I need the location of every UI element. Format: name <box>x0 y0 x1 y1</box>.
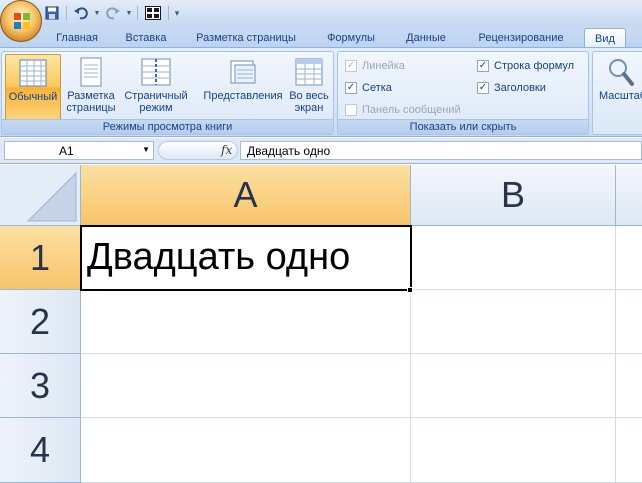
custom-views-label: Представления <box>203 90 283 102</box>
group-view-modes-label: Режимы просмотра книги <box>2 119 333 134</box>
page-break-view-button[interactable]: Страничный режим <box>120 54 192 120</box>
formula-input[interactable]: Двадцать одно <box>240 141 642 160</box>
customize-toolbar-icon[interactable]: ▾ <box>173 8 181 19</box>
cell-b4[interactable] <box>411 418 616 483</box>
cell-b3[interactable] <box>411 354 616 418</box>
cell-a4[interactable] <box>81 418 411 483</box>
table-icon <box>145 6 161 20</box>
quick-access-toolbar: ▼ ▼ ▾ <box>42 3 181 23</box>
magnifier-icon <box>609 59 634 86</box>
cell-b2[interactable] <box>411 290 616 354</box>
select-all-triangle-icon <box>26 171 77 222</box>
insert-function-area: fx <box>158 141 238 160</box>
normal-view-icon <box>19 59 47 87</box>
redo-button[interactable] <box>103 4 123 22</box>
tab-formulas[interactable]: Формулы <box>318 28 384 48</box>
page-layout-view-label: Разметка страницы <box>66 90 116 114</box>
save-button[interactable] <box>42 4 62 22</box>
normal-view-label: Обычный <box>8 91 58 103</box>
row-header-4[interactable]: 4 <box>0 418 81 483</box>
office-logo-icon <box>14 13 30 29</box>
ruler-checkbox-label: Линейка <box>362 60 405 72</box>
page-layout-icon <box>80 57 102 87</box>
cell-c4[interactable] <box>616 418 642 483</box>
zoom-button[interactable]: Масштаб <box>595 54 642 120</box>
tab-data[interactable]: Данные <box>396 28 456 48</box>
page-break-view-label: Страничный режим <box>124 90 188 114</box>
row-header-1[interactable]: 1 <box>0 226 81 290</box>
full-screen-button[interactable]: Во весь экран <box>286 54 332 120</box>
cell-a1[interactable]: Двадцать одно <box>80 225 412 291</box>
cell-c3[interactable] <box>616 354 642 418</box>
cell-a2[interactable] <box>81 290 411 354</box>
column-header-b[interactable]: B <box>411 165 616 226</box>
cell-a1-value: Двадцать одно <box>87 236 351 278</box>
office-button[interactable] <box>0 0 42 42</box>
normal-view-button[interactable]: Обычный <box>5 54 61 120</box>
toolbar-separator <box>137 6 138 20</box>
message-bar-checkbox[interactable] <box>345 104 357 116</box>
worksheet-grid: A B 1 2 3 4 Двадцать одно <box>0 165 642 483</box>
undo-dropdown-icon[interactable]: ▼ <box>93 10 101 17</box>
custom-views-button[interactable]: Представления <box>198 54 288 120</box>
cell-b1[interactable] <box>411 226 616 290</box>
insert-function-icon[interactable]: fx <box>221 143 232 157</box>
toolbar-separator <box>66 6 67 20</box>
group-show-hide: ✓ Линейка ✓ Сетка Панель сообщений ✓ Стр… <box>337 51 589 135</box>
undo-icon <box>74 7 88 20</box>
save-icon <box>45 6 59 20</box>
ribbon-tabs: Главная Вставка Разметка страницы Формул… <box>0 26 642 48</box>
fill-handle[interactable] <box>407 287 413 293</box>
headings-checkbox[interactable]: ✓ <box>477 82 489 94</box>
cell-a3[interactable] <box>81 354 411 418</box>
tab-view[interactable]: Вид <box>584 28 626 48</box>
name-box-value: A1 <box>59 144 74 158</box>
formula-bar-checkbox-row: ✓ Строка формул <box>477 58 574 74</box>
custom-views-icon <box>230 60 256 84</box>
formula-bar: A1 ▼ fx Двадцать одно <box>0 138 642 164</box>
column-header-c[interactable] <box>616 165 642 226</box>
gridlines-checkbox-label: Сетка <box>362 82 392 94</box>
gridlines-checkbox-row: ✓ Сетка <box>345 80 392 96</box>
undo-button[interactable] <box>71 4 91 22</box>
tab-page-layout[interactable]: Разметка страницы <box>186 28 306 48</box>
name-box[interactable]: A1 ▼ <box>4 141 154 160</box>
gridlines-checkbox[interactable]: ✓ <box>345 82 357 94</box>
group-view-modes: Обычный Разметка страницы Страничный реж… <box>1 51 334 135</box>
cell-c2[interactable] <box>616 290 642 354</box>
tab-insert[interactable]: Вставка <box>116 28 176 48</box>
table-view-button[interactable] <box>142 4 164 22</box>
ruler-checkbox[interactable]: ✓ <box>345 60 357 72</box>
formula-bar-checkbox-label: Строка формул <box>494 60 575 72</box>
full-screen-label: Во весь экран <box>289 90 329 114</box>
message-bar-checkbox-row: Панель сообщений <box>345 102 461 118</box>
page-layout-view-button[interactable]: Разметка страницы <box>64 54 118 120</box>
ruler-checkbox-row: ✓ Линейка <box>345 58 405 74</box>
name-box-dropdown-icon[interactable]: ▼ <box>142 145 150 154</box>
ribbon: Обычный Разметка страницы Страничный реж… <box>0 47 642 137</box>
full-screen-icon <box>295 58 323 86</box>
message-bar-checkbox-label: Панель сообщений <box>362 104 461 116</box>
tab-home[interactable]: Главная <box>46 28 108 48</box>
row-header-2[interactable]: 2 <box>0 290 81 354</box>
row-header-3[interactable]: 3 <box>0 354 81 418</box>
toolbar-separator <box>168 6 169 20</box>
group-show-hide-label: Показать или скрыть <box>338 119 588 134</box>
zoom-button-label: Масштаб <box>599 90 642 102</box>
redo-dropdown-icon[interactable]: ▼ <box>125 10 133 17</box>
cell-c1[interactable] <box>616 226 642 290</box>
group-zoom: Масштаб <box>592 51 642 135</box>
redo-icon <box>106 7 120 20</box>
headings-checkbox-row: ✓ Заголовки <box>477 80 546 96</box>
column-header-a[interactable]: A <box>81 165 411 226</box>
formula-bar-checkbox[interactable]: ✓ <box>477 60 489 72</box>
select-all-corner[interactable] <box>0 165 81 226</box>
page-break-icon <box>141 58 171 86</box>
title-bar: ▼ ▼ ▾ <box>0 0 642 42</box>
formula-input-value: Двадцать одно <box>247 144 331 158</box>
tab-review[interactable]: Рецензирование <box>466 28 576 48</box>
headings-checkbox-label: Заголовки <box>494 82 546 94</box>
